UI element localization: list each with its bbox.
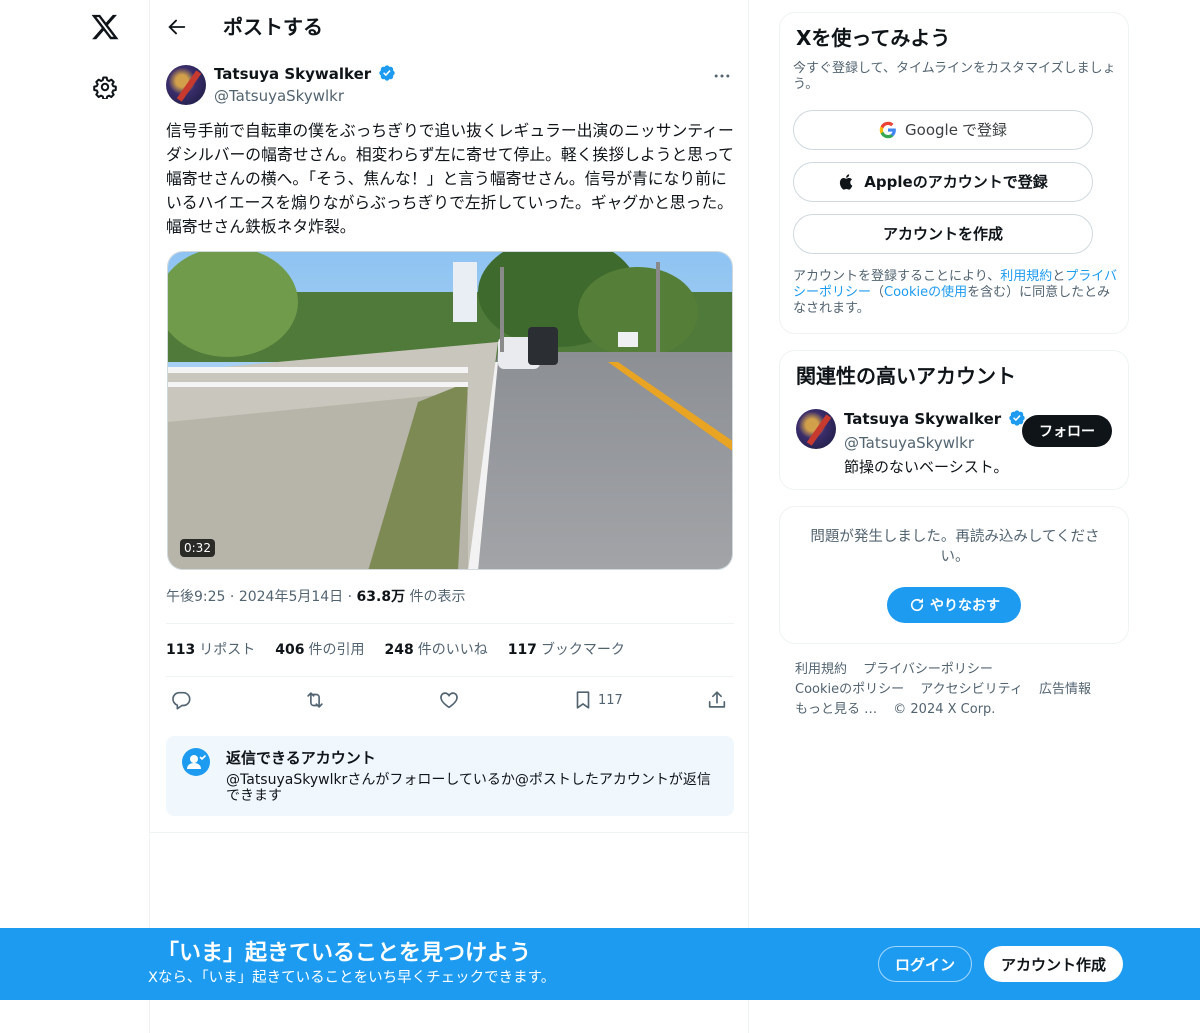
bookmark-count: 117 [598,692,623,708]
signup-legal-text: アカウントを登録することにより、利用規約とプライバシーポリシー（Cookieの使… [793,269,1123,317]
signup-card: Xを使ってみよう 今すぐ登録して、タイムラインをカスタマイズしましょう。 Goo… [779,12,1129,334]
author-name[interactable]: Tatsuya Skywalker [214,65,371,83]
verified-badge-icon [379,65,396,81]
video-thumbnail-image [168,252,732,569]
more-options-icon[interactable] [712,66,732,86]
x-logo-icon[interactable] [90,12,120,42]
main-column: ポストする Tatsuya Skywalker @TatsuyaSkywlkr … [149,0,749,1033]
footer-links: 利用規約 プライバシーポリシー Cookieのポリシー アクセシビリティ 広告情… [795,660,1115,720]
bookmark-icon [576,691,590,709]
error-message: 問題が発生しました。再読み込みしてください。 [810,529,1100,565]
relevant-account-name-row[interactable]: Tatsuya Skywalker [844,409,1026,429]
banner-subtitle: Xなら、「いま」起きていることをいち早くチェックできます。 [148,970,556,986]
author-handle[interactable]: @TatsuyaSkywlkr [214,86,344,106]
apple-logo-icon [840,174,853,190]
legal-and: と [1052,269,1066,284]
cookie-link[interactable]: Cookieの使用 [884,285,967,300]
reply-restriction-description: @TatsuyaSkywlkrさんがフォローしているか@ポストしたアカウントが返… [226,772,711,804]
relevant-accounts-card: 関連性の高いアカウント Tatsuya Skywalker @TatsuyaSk… [779,350,1129,490]
views-count: 63.8万 [356,589,406,605]
error-card: 問題が発生しました。再読み込みしてください。 やりなおす [779,506,1129,644]
meta-separator: · [229,589,235,605]
heart-icon [440,692,458,709]
footer-link-terms[interactable]: 利用規約 [795,662,847,677]
author-avatar[interactable] [166,65,206,105]
tweet-stats: 113 リポスト 406 件の引用 248 件のいいね 117 ブックマーク [166,640,625,660]
meta-separator: · [347,589,353,605]
likes-stat[interactable]: 248 件のいいね [384,640,487,660]
banner-signup-button[interactable]: アカウント作成 [984,946,1123,982]
banner-title: 「いま」起きていることを見つけよう [157,941,532,966]
legal-paren: （ [871,285,885,300]
retry-button[interactable]: やりなおす [887,587,1021,623]
share-icon [708,691,726,708]
reposts-stat[interactable]: 113 リポスト [166,640,255,660]
bookmark-button[interactable]: 117 [572,688,623,712]
reply-icon [172,691,191,710]
google-signup-brand: Google [905,121,958,139]
tweet-text: 信号手前で自転車の僕をぶっちぎりで追い抜くレギュラー出演のニッサンティーダシルバ… [166,121,734,236]
tweet-time[interactable]: 午後9:25 [166,589,225,605]
footer-link-cookie[interactable]: Cookieのポリシー [795,682,904,697]
reply-restriction-title: 返信できるアカウント [226,749,376,767]
login-button[interactable]: ログイン [878,946,972,982]
views-label: 件の表示 [409,589,466,605]
video-duration: 0:32 [180,539,215,557]
signup-card-subtitle: 今すぐ登録して、タイムラインをカスタマイズしましょう。 [793,61,1116,92]
repost-icon [307,692,323,708]
reply-button[interactable] [170,688,192,712]
google-logo-icon [879,121,896,139]
create-account-button[interactable]: アカウントを作成 [793,214,1093,254]
footer-link-ads[interactable]: 広告情報 [1039,682,1091,697]
back-arrow-icon[interactable] [166,16,188,38]
apple-signup-label: Appleのアカウントで登録 [864,173,1048,191]
tweet-metadata: 午後9:25 · 2024年5月14日 · 63.8万 件の表示 [166,587,466,607]
like-button[interactable] [438,688,460,712]
footer-copyright: © 2024 X Corp. [893,702,996,717]
divider [166,623,734,624]
retry-label: やりなおす [930,598,1000,614]
apple-signup-button[interactable]: Appleのアカウントで登録 [793,162,1093,202]
author-name-row[interactable]: Tatsuya Skywalker [214,64,396,84]
terms-link[interactable]: 利用規約 [1000,269,1052,284]
bookmarks-stat[interactable]: 117 ブックマーク [508,640,625,660]
refresh-icon [910,598,924,612]
repost-button[interactable] [304,688,326,712]
relevant-accounts-title: 関連性の高いアカウント [796,364,1016,388]
google-signup-suffix: で登録 [961,121,1007,139]
footer-link-accessibility[interactable]: アクセシビリティ [920,682,1023,697]
relevant-account-name[interactable]: Tatsuya Skywalker [844,410,1001,428]
left-nav [0,0,150,1033]
tweet-video[interactable]: 0:32 [167,251,733,570]
google-signup-button[interactable]: Google で登録 [793,110,1093,150]
quotes-stat[interactable]: 406 件の引用 [275,640,364,660]
tweet-actions: 117 [166,688,734,712]
reply-restriction-box: 返信できるアカウント @TatsuyaSkywlkrさんがフォローしているか@ポ… [166,736,734,816]
relevant-account-handle[interactable]: @TatsuyaSkywlkr [844,433,974,453]
share-button[interactable] [706,688,728,712]
relevant-account-avatar[interactable] [796,409,836,449]
tweet-date[interactable]: 2024年5月14日 [239,589,343,605]
create-account-label: アカウントを作成 [882,225,1003,243]
login-banner: 「いま」起きていることを見つけよう Xなら、「いま」起きていることをいち早くチェ… [0,928,1200,1000]
footer-link-more[interactable]: もっと見る … [795,702,877,717]
relevant-account-bio: 節操のないベーシスト。 [844,458,1009,476]
settings-gear-icon[interactable] [93,75,117,99]
divider [150,832,748,833]
legal-prefix: アカウントを登録することにより、 [793,269,1001,284]
reply-restriction-icon [182,748,210,776]
footer-link-privacy[interactable]: プライバシーポリシー [863,662,993,677]
signup-card-title: Xを使ってみよう [796,26,951,50]
divider [166,676,734,677]
follow-button[interactable]: フォロー [1022,415,1112,447]
page-title: ポストする [223,15,323,39]
